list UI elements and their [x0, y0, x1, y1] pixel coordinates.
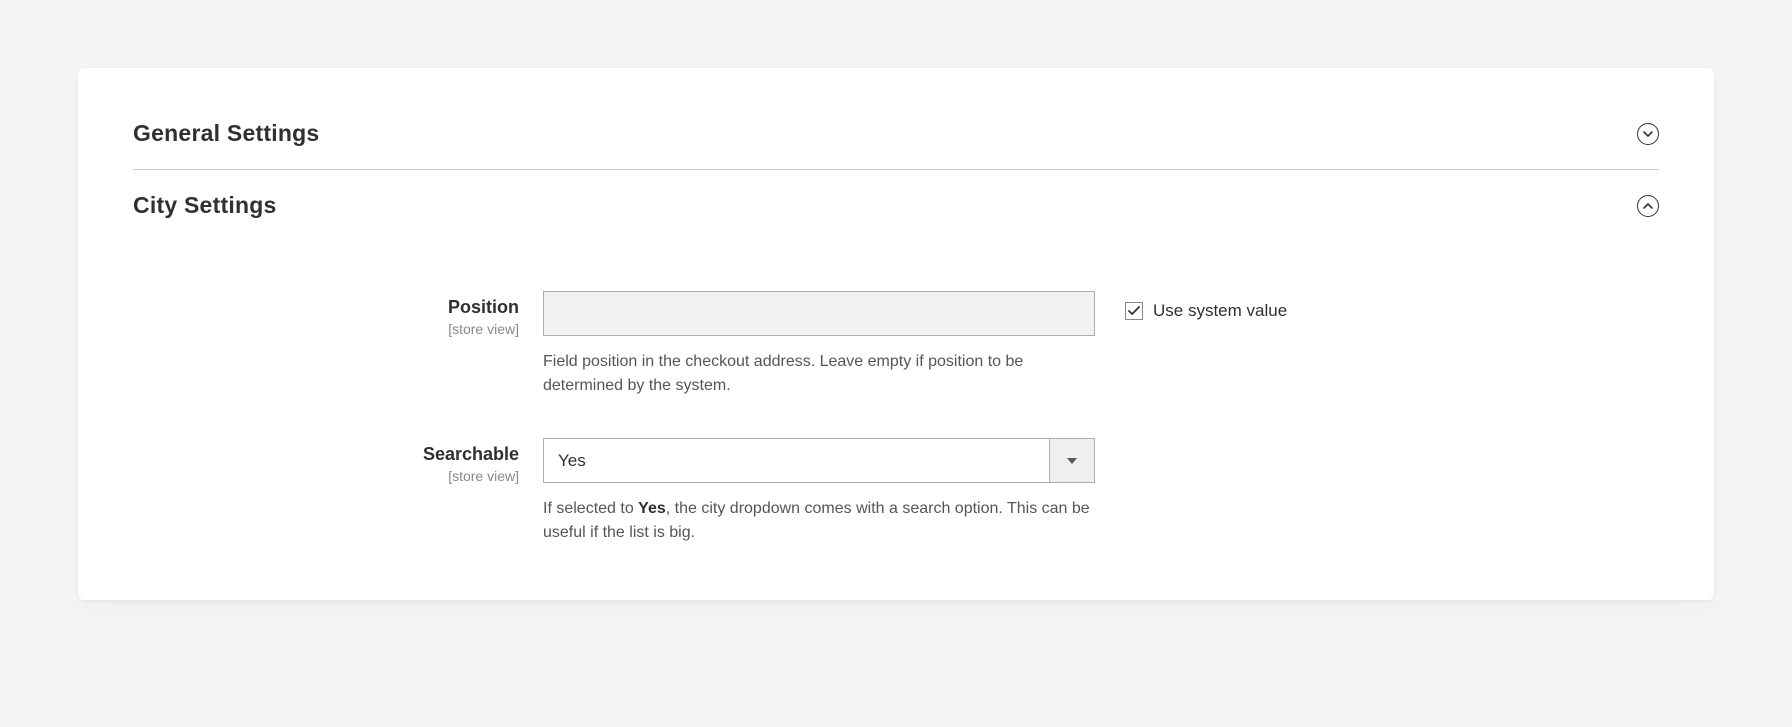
position-label: Position	[448, 297, 519, 317]
section-header-city[interactable]: City Settings	[133, 170, 1659, 241]
searchable-select[interactable]: Yes	[543, 438, 1095, 483]
settings-panel: General Settings City Settings Position …	[78, 68, 1714, 600]
chevron-up-icon	[1637, 195, 1659, 217]
position-scope: [store view]	[133, 321, 519, 337]
searchable-label: Searchable	[423, 444, 519, 464]
section-header-general[interactable]: General Settings	[133, 98, 1659, 169]
use-system-value-label: Use system value	[1153, 301, 1287, 321]
use-system-value-checkbox[interactable]	[1125, 302, 1143, 320]
searchable-help: If selected to Yes, the city dropdown co…	[543, 497, 1095, 545]
position-input[interactable]	[543, 291, 1095, 336]
field-row-searchable: Searchable [store view] Yes If selected …	[133, 438, 1659, 545]
city-settings-fieldset: Position [store view] Field position in …	[133, 241, 1659, 545]
section-title-city: City Settings	[133, 192, 277, 219]
position-help: Field position in the checkout address. …	[543, 350, 1095, 398]
searchable-select-value: Yes	[544, 439, 1049, 482]
section-title-general: General Settings	[133, 120, 319, 147]
chevron-down-icon	[1637, 123, 1659, 145]
dropdown-icon	[1049, 439, 1094, 482]
field-row-position: Position [store view] Field position in …	[133, 291, 1659, 438]
searchable-scope: [store view]	[133, 468, 519, 484]
